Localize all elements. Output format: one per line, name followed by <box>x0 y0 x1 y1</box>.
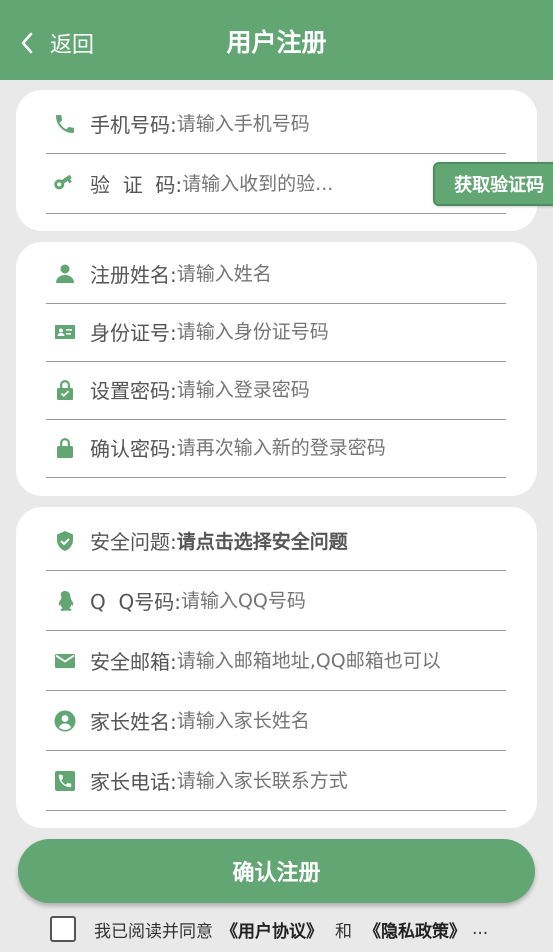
email-input[interactable] <box>176 649 506 672</box>
phone-input[interactable] <box>176 112 506 135</box>
name-row[interactable]: 注册姓名: <box>46 244 506 304</box>
code-label: 验 证 码: <box>90 173 183 197</box>
code-input[interactable] <box>182 172 426 195</box>
name-label: 注册姓名: <box>90 263 177 287</box>
person-icon <box>52 261 78 287</box>
qq-label: Q Q号码: <box>90 590 181 614</box>
key-icon <box>52 171 78 197</box>
confirm-password-row[interactable]: 确认密码: <box>46 418 506 478</box>
identity-card: 注册姓名: 身份证号: 设置密码: 确认密码: <box>16 242 537 496</box>
phone-square-icon <box>52 768 78 794</box>
page-title: 用户注册 <box>226 28 327 57</box>
confirm-password-label: 确认密码: <box>90 437 177 461</box>
parent-phone-input[interactable] <box>176 769 506 792</box>
account-card: 手机号码: 验 证 码: 获取验证码 <box>16 90 553 231</box>
security-question-select[interactable]: 请点击选择安全问题 <box>177 527 506 554</box>
parent-name-row[interactable]: 家长姓名: <box>46 691 506 751</box>
get-code-button[interactable]: 获取验证码 <box>433 161 553 206</box>
email-label: 安全邮箱: <box>90 650 177 674</box>
password-row[interactable]: 设置密码: <box>46 360 506 420</box>
parent-phone-row[interactable]: 家长电话: <box>46 751 506 811</box>
shield-check-icon <box>52 528 78 554</box>
id-card-icon <box>52 319 78 345</box>
parent-name-label: 家长姓名: <box>90 710 177 734</box>
mail-icon <box>52 648 78 674</box>
security-card: 安全问题: 请点击选择安全问题 Q Q号码: 安全邮箱: 家长姓名: 家长电话: <box>16 507 537 828</box>
security-question-row[interactable]: 安全问题: 请点击选择安全问题 <box>46 511 506 571</box>
parent-name-input[interactable] <box>176 709 506 732</box>
name-input[interactable] <box>176 262 506 285</box>
idcard-label: 身份证号: <box>90 321 177 345</box>
phone-icon <box>52 111 78 137</box>
email-row[interactable]: 安全邮箱: <box>46 631 506 691</box>
idcard-row[interactable]: 身份证号: <box>46 302 506 362</box>
agreement-and: 和 <box>335 921 352 942</box>
confirm-register-button[interactable]: 确认注册 <box>18 839 535 903</box>
agreement-checkbox[interactable] <box>50 916 76 942</box>
phone-row[interactable]: 手机号码: <box>46 94 506 154</box>
penguin-icon <box>52 588 78 614</box>
qq-input[interactable] <box>180 589 506 612</box>
lock-icon <box>52 435 78 461</box>
confirm-password-input[interactable] <box>176 436 506 459</box>
privacy-policy-link[interactable]: 《隐私政策》 <box>364 917 466 942</box>
user-agreement-link[interactable]: 《用户协议》 <box>221 917 323 942</box>
code-row[interactable]: 验 证 码: 获取验证码 <box>46 154 553 214</box>
qq-row[interactable]: Q Q号码: <box>46 571 506 631</box>
phone-label: 手机号码: <box>90 113 177 137</box>
person-circle-icon <box>52 708 78 734</box>
idcard-input[interactable] <box>176 320 506 343</box>
password-label: 设置密码: <box>90 379 177 403</box>
security-question-label: 安全问题: <box>90 530 177 554</box>
agreement-ellipsis: ... <box>472 919 489 939</box>
lock-check-icon <box>52 377 78 403</box>
agreement-prefix: 我已阅读并同意 <box>94 921 213 942</box>
password-input[interactable] <box>176 378 506 401</box>
agreement-row: 我已阅读并同意 《用户协议》 和 《隐私政策》 ... <box>50 914 488 944</box>
parent-phone-label: 家长电话: <box>90 770 177 794</box>
app-header: 返回 用户注册 <box>0 0 553 80</box>
